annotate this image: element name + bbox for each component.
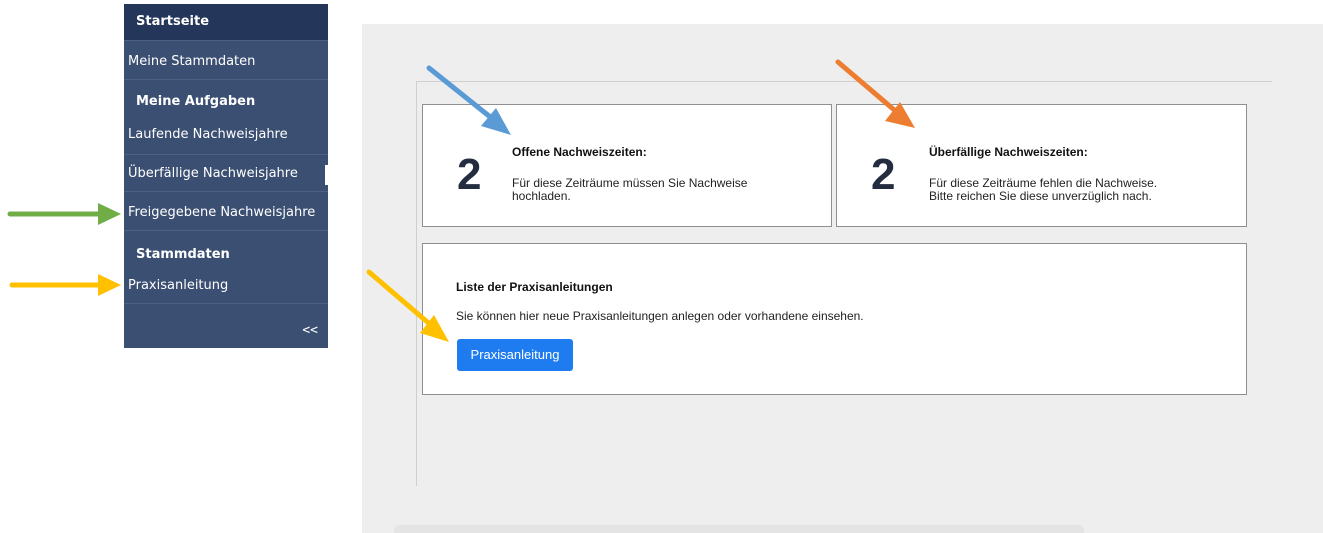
- sidebar-item-label: Freigegebene Nachweisjahre: [128, 205, 316, 220]
- scroll-marker: [325, 165, 328, 185]
- open-periods-count: 2: [457, 150, 482, 199]
- sidebar-divider: [124, 79, 328, 80]
- practice-guidance-text: Sie können hier neue Praxisanleitungen a…: [456, 309, 864, 323]
- content-divider: [417, 81, 1272, 82]
- sidebar-divider: [124, 230, 328, 231]
- sidebar-item-label: Überfällige Nachweisjahre: [128, 166, 298, 181]
- praxisanleitung-button[interactable]: Praxisanleitung: [457, 339, 573, 371]
- sidebar-divider: [124, 191, 328, 192]
- open-periods-line1: Für diese Zeiträume müssen Sie Nachweise: [512, 176, 748, 190]
- overdue-periods-line2: Bitte reichen Sie diese unverzüglich nac…: [929, 189, 1152, 203]
- overdue-periods-line1: Für diese Zeiträume fehlen die Nachweise…: [929, 176, 1158, 190]
- content-border: [416, 81, 417, 486]
- sidebar-item-praxisanleitung[interactable]: Praxisanleitung: [124, 277, 328, 295]
- collapse-sidebar-button[interactable]: <<: [302, 323, 318, 338]
- sidebar-item-laufende-nachweisjahre[interactable]: Laufende Nachweisjahre: [124, 126, 328, 144]
- sidebar-divider: [124, 40, 328, 41]
- overdue-periods-title: Überfällige Nachweiszeiten:: [929, 145, 1088, 159]
- open-periods-card: 2 Offene Nachweiszeiten: Für diese Zeitr…: [422, 104, 832, 227]
- sidebar-section-label: Stammdaten: [136, 247, 230, 262]
- yellow-arrow-icon: [9, 274, 121, 296]
- bottom-strip: [394, 525, 1084, 533]
- overdue-periods-count: 2: [871, 150, 896, 199]
- sidebar-divider: [124, 303, 328, 304]
- sidebar-item-label: Laufende Nachweisjahre: [128, 127, 288, 142]
- sidebar-item-label: Meine Stammdaten: [128, 54, 256, 69]
- sidebar: Startseite Meine Stammdaten Meine Aufgab…: [124, 4, 328, 348]
- sidebar-section-stammdaten: Stammdaten: [124, 246, 328, 264]
- practice-guidance-card: Liste der Praxisanleitungen Sie können h…: [422, 243, 1247, 395]
- sidebar-item-freigegebene-nachweisjahre[interactable]: Freigegebene Nachweisjahre: [124, 204, 328, 222]
- green-arrow-icon: [7, 203, 121, 225]
- practice-guidance-title: Liste der Praxisanleitungen: [456, 280, 613, 294]
- overdue-periods-card: 2 Überfällige Nachweiszeiten: Für diese …: [836, 104, 1247, 227]
- sidebar-item-meine-stammdaten[interactable]: Meine Stammdaten: [124, 53, 328, 71]
- main-content: 2 Offene Nachweiszeiten: Für diese Zeitr…: [362, 24, 1323, 533]
- sidebar-item-startseite[interactable]: Startseite: [124, 4, 328, 40]
- sidebar-divider: [124, 154, 328, 155]
- open-periods-line2: hochladen.: [512, 189, 571, 203]
- sidebar-section-meine-aufgaben: Meine Aufgaben: [124, 93, 328, 111]
- sidebar-item-label: Startseite: [136, 14, 210, 29]
- sidebar-item-label: Praxisanleitung: [128, 278, 229, 293]
- sidebar-section-label: Meine Aufgaben: [136, 94, 256, 109]
- sidebar-item-ueberfaellige-nachweisjahre[interactable]: Überfällige Nachweisjahre: [124, 165, 328, 183]
- open-periods-title: Offene Nachweiszeiten:: [512, 145, 647, 159]
